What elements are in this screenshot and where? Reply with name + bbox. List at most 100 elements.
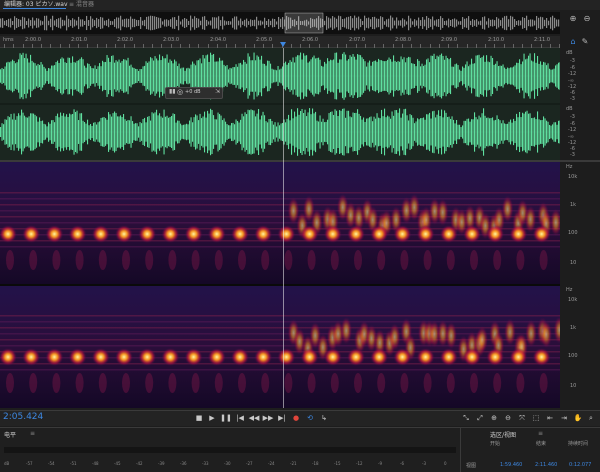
zoom-in-amplitude-icon[interactable]: ⤡ (460, 413, 472, 423)
spectral-low-energy (284, 250, 293, 270)
view-duration-value[interactable]: 0:12.077 (569, 462, 591, 468)
waveform-sample (384, 108, 386, 156)
spectral-bass-blob (532, 348, 551, 366)
zoom-out-time-icon[interactable]: ⊖ (502, 413, 514, 423)
overview-wave-bar (362, 21, 364, 25)
waveform-sample (64, 62, 66, 90)
ruler-label: 2:10.0 (488, 37, 504, 43)
overview-wave-bar (0, 18, 2, 28)
levels-menu-icon[interactable]: ≡ (30, 430, 35, 437)
overview-wave-bar (282, 17, 284, 29)
skip-button[interactable]: ↳ (318, 413, 330, 423)
spectral-low-energy (423, 250, 432, 270)
waveform-sample (231, 123, 233, 141)
waveform-sample (57, 113, 59, 151)
waveform-view[interactable] (0, 48, 560, 160)
play-button[interactable]: ▶ (206, 413, 218, 423)
zoom-out-full-icon[interactable]: ⤧ (516, 413, 528, 423)
waveform-sample (73, 62, 75, 90)
zoom-out-amplitude-icon[interactable]: ⤢ (474, 413, 486, 423)
waveform-sample (264, 63, 266, 89)
waveform-sample (505, 69, 507, 83)
spectral-view[interactable] (0, 162, 560, 408)
pin-icon[interactable]: ✎ (580, 37, 590, 47)
waveform-sample (439, 116, 441, 148)
overview-wave-bar (528, 19, 530, 27)
waveform-sample (361, 57, 363, 95)
pause-button[interactable]: ❚❚ (220, 413, 232, 423)
spectral-low-energy (52, 250, 61, 270)
volume-hud[interactable]: ▮▮ ◎ +0 dB ⇲ (165, 87, 223, 99)
zoom-in-icon[interactable]: ⊕ (568, 14, 578, 24)
zoom-in-time-icon[interactable]: ⊕ (488, 413, 500, 423)
waveform-sample (163, 109, 165, 155)
rewind-button[interactable]: ◀◀ (248, 413, 260, 423)
waveform-sample (96, 124, 98, 140)
scale-label: 1k (570, 202, 577, 208)
waveform-sample (43, 66, 45, 86)
zoom-out-icon[interactable]: ⊖ (582, 14, 592, 24)
overview-wave-bar (424, 19, 426, 27)
overview-wave-bar (406, 21, 408, 25)
spectral-bass-blob (509, 348, 528, 366)
waveform-sample (10, 61, 12, 91)
overview-wave-bar (510, 15, 512, 31)
spectral-bass-blob (370, 225, 389, 243)
zoom-in-left-icon[interactable]: ⇤ (544, 413, 556, 423)
waveform-sample (57, 60, 59, 92)
waveform-sample (252, 60, 254, 92)
waveform-sample (55, 62, 57, 90)
spectral-low-energy (354, 373, 362, 393)
move-to-start-button[interactable]: |◀ (234, 413, 246, 423)
waveform-sample (328, 61, 330, 91)
waveform-sample (52, 120, 54, 144)
waveform-sample (18, 113, 20, 151)
waveform-sample (225, 121, 227, 143)
stop-button[interactable]: ■ (193, 413, 205, 423)
waveform-sample (66, 114, 68, 150)
tab-mixer[interactable]: 混音器 (76, 0, 94, 10)
playhead-handle[interactable] (280, 42, 286, 47)
waveform-sample (382, 116, 384, 148)
waveform-sample (531, 118, 533, 146)
waveform-sample (216, 119, 218, 145)
timecode-display[interactable]: 2:05.424 (3, 412, 43, 422)
record-button[interactable]: ● (290, 413, 302, 423)
zoom-selection-icon[interactable]: ⬚ (530, 413, 542, 423)
waveform-sample (3, 68, 5, 84)
waveform-sample (45, 124, 47, 140)
meter-scale-label: -48 (92, 461, 99, 466)
waveform-sample (48, 122, 50, 142)
waveform-sample (78, 120, 80, 144)
hand-tool-icon[interactable]: ✋ (572, 413, 584, 423)
zoom-in-right-icon[interactable]: ⇥ (558, 413, 570, 423)
waveform-sample (208, 113, 210, 151)
waveform-sample (9, 117, 11, 147)
waveform-sample (195, 114, 197, 150)
fast-forward-button[interactable]: ▶▶ (262, 413, 274, 423)
selection-view-menu-icon[interactable]: ≡ (538, 430, 543, 437)
home-icon[interactable]: ⌂ (568, 37, 578, 47)
overview-wave-bar (66, 15, 68, 31)
waveform-sample (174, 114, 176, 150)
view-start-value[interactable]: 1:59.460 (500, 462, 522, 468)
zoom-tool-icon[interactable]: ⌕ (585, 413, 597, 423)
hud-pin-icon[interactable]: ⇲ (215, 88, 220, 95)
waveform-sample (258, 56, 260, 96)
waveform-sample (250, 60, 252, 92)
waveform-sample (481, 113, 483, 151)
volume-knob-icon[interactable]: ◎ (177, 88, 183, 96)
waveform-sample (300, 111, 302, 153)
loop-button[interactable]: ⟲ (304, 413, 316, 423)
move-to-end-button[interactable]: ▶| (276, 413, 288, 423)
overview-navigator[interactable] (0, 12, 560, 34)
overview-wave-bar (2, 18, 4, 28)
waveform-sample (229, 125, 231, 139)
waveform-sample (340, 59, 342, 93)
tab-menu-icon[interactable]: ≡ (69, 0, 74, 10)
waveform-sample (312, 57, 314, 95)
waveform-sample (331, 111, 333, 153)
view-end-value[interactable]: 2:11.460 (535, 462, 557, 468)
overview-wave-bar (338, 15, 340, 31)
waveform-sample (277, 66, 279, 86)
